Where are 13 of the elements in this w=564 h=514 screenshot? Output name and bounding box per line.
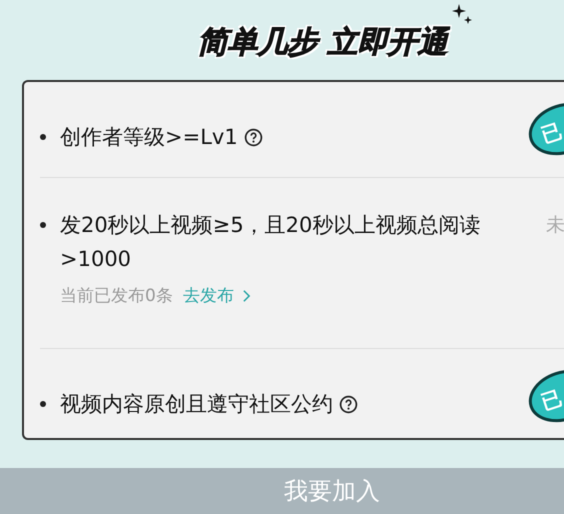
publish-link[interactable]: 去发布 [182,284,251,307]
sparkle-icon [452,4,472,24]
requirement-text: 视频内容原创且遵守社区公约 [60,387,496,421]
progress-text: 当前已发布0条 [60,285,173,307]
requirement-text: 发20秒以上视频≥5，且20秒以上视频总阅读>1000 [60,212,482,273]
chevron-icon [242,288,251,302]
section-heading: 简单几步 立即开通 [197,24,448,62]
bullet-icon [40,401,46,407]
bullet-icon [40,222,46,228]
bullet-icon [40,134,46,140]
requirement-text: 创作者等级>=Lv1 [60,120,496,154]
status-text: 未 [546,213,564,238]
join-button[interactable]: 我要加入 [0,468,564,514]
